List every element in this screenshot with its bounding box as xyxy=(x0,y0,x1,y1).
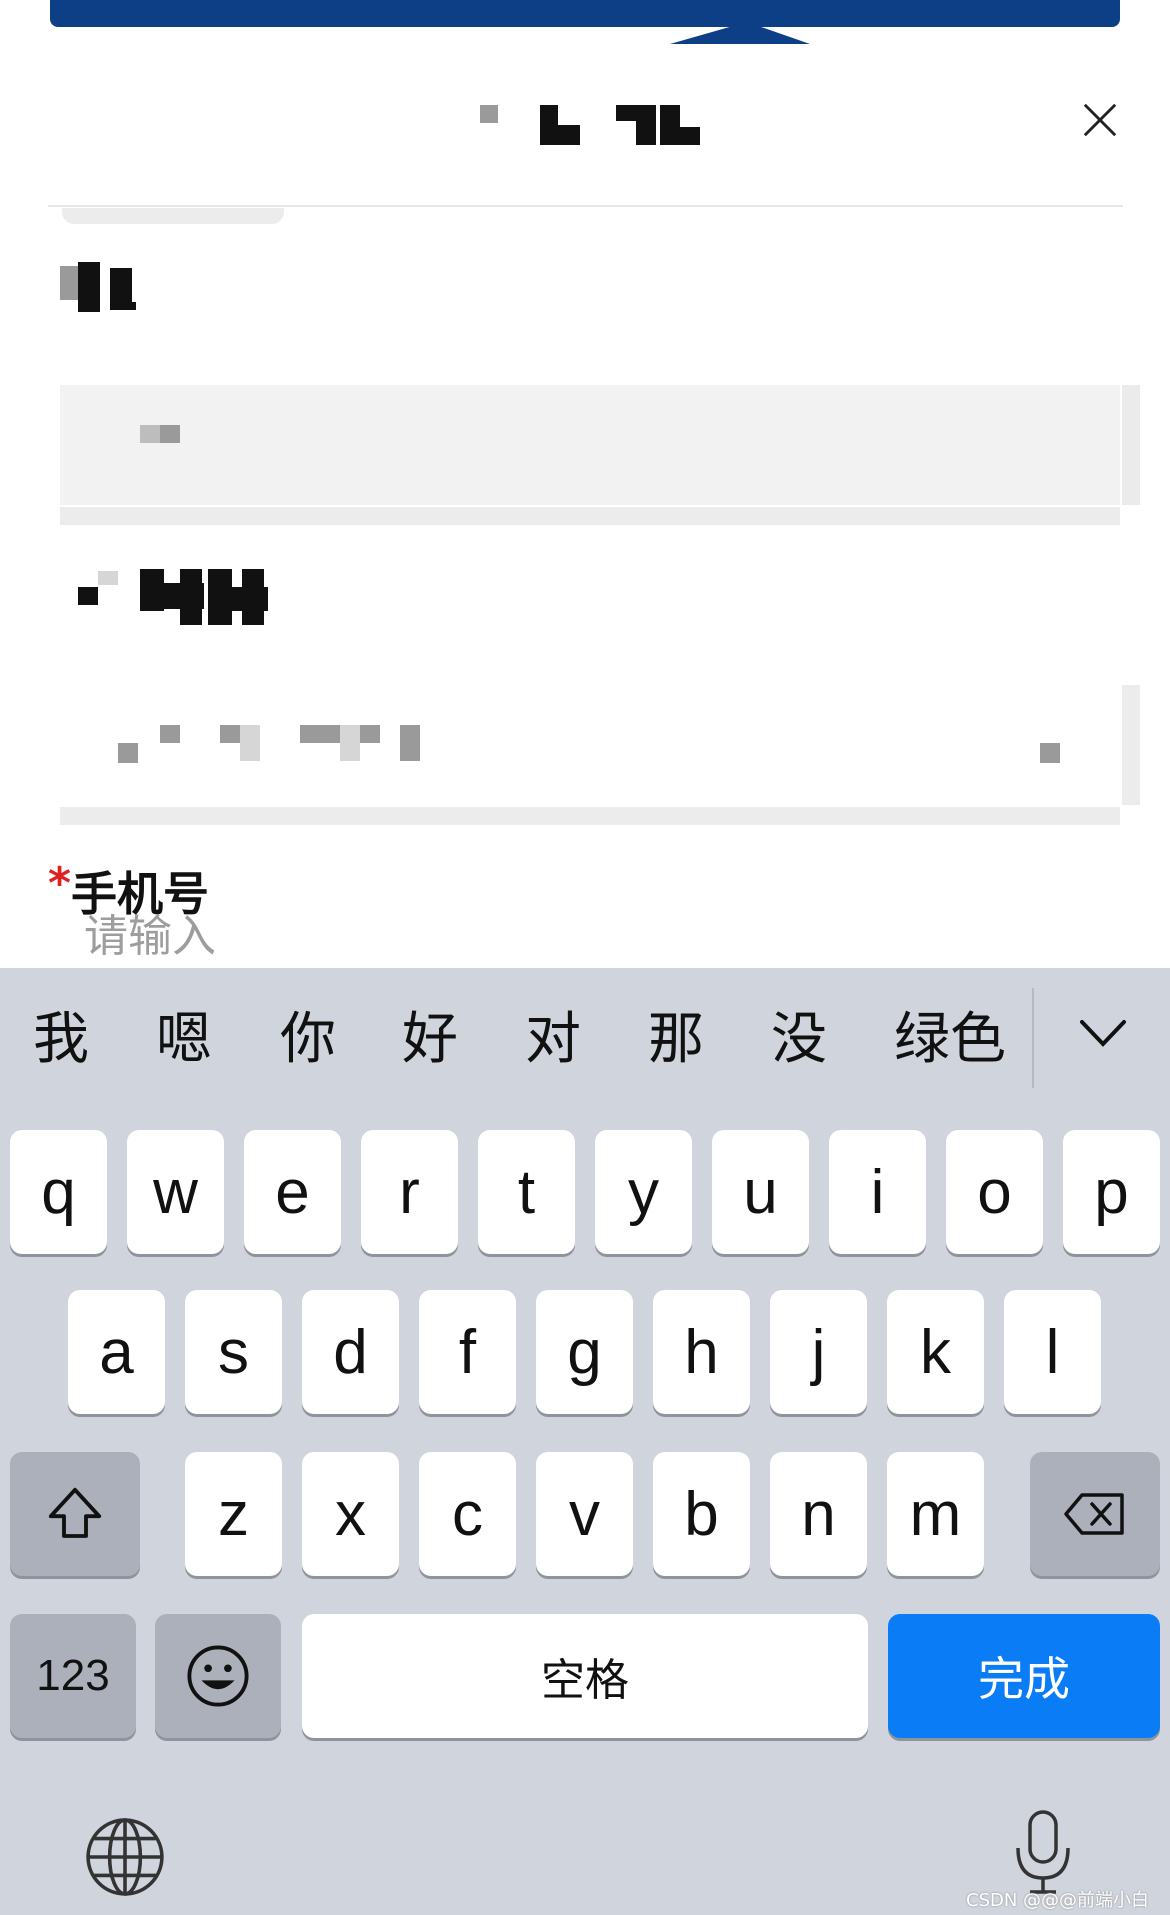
key-v[interactable]: v xyxy=(536,1452,633,1576)
key-h[interactable]: h xyxy=(653,1290,750,1414)
key-s[interactable]: s xyxy=(185,1290,282,1414)
key-x[interactable]: x xyxy=(302,1452,399,1576)
key-o[interactable]: o xyxy=(946,1130,1043,1254)
key-b[interactable]: b xyxy=(653,1452,750,1576)
dialog-title-obscured xyxy=(480,105,720,155)
emoji-key[interactable] xyxy=(155,1614,281,1738)
close-button[interactable] xyxy=(1070,90,1130,150)
key-p[interactable]: p xyxy=(1063,1130,1160,1254)
space-key[interactable]: 空格 xyxy=(302,1614,868,1738)
key-m[interactable]: m xyxy=(887,1452,984,1576)
watermark: CSDN @@@前端小白 xyxy=(966,1890,1150,1911)
dialog-header xyxy=(0,60,1170,210)
key-q[interactable]: q xyxy=(10,1130,107,1254)
shift-key[interactable] xyxy=(10,1452,140,1576)
key-t[interactable]: t xyxy=(478,1130,575,1254)
key-l[interactable]: l xyxy=(1004,1290,1101,1414)
field2-input[interactable] xyxy=(60,685,1140,825)
candidate-word[interactable]: 嗯 xyxy=(156,1012,212,1068)
top-header-strip xyxy=(50,0,1120,27)
key-g[interactable]: g xyxy=(536,1290,633,1414)
field1-input[interactable] xyxy=(60,385,1140,525)
field2-label-obscured xyxy=(78,563,288,625)
delete-key[interactable] xyxy=(1030,1452,1160,1576)
candidate-collapse-button[interactable] xyxy=(1068,998,1138,1068)
key-k[interactable]: k xyxy=(887,1290,984,1414)
globe-icon[interactable] xyxy=(84,1816,166,1898)
key-c[interactable]: c xyxy=(419,1452,516,1576)
candidate-word[interactable]: 我 xyxy=(33,1012,89,1068)
header-shadow xyxy=(62,208,284,224)
header-divider xyxy=(48,205,1123,207)
candidate-bar: 我 嗯 你 好 对 那 没 绿色 xyxy=(0,968,1170,1088)
required-mark: * xyxy=(48,858,72,909)
numbers-key[interactable]: 123 xyxy=(10,1614,136,1738)
candidate-separator xyxy=(1032,988,1034,1088)
candidate-word[interactable]: 绿色 xyxy=(894,1012,1006,1068)
emoji-icon xyxy=(187,1645,249,1707)
phone-input[interactable] xyxy=(84,908,1084,964)
done-key[interactable]: 完成 xyxy=(888,1614,1160,1738)
key-a[interactable]: a xyxy=(68,1290,165,1414)
key-d[interactable]: d xyxy=(302,1290,399,1414)
candidate-word[interactable]: 没 xyxy=(771,1012,827,1068)
key-i[interactable]: i xyxy=(829,1130,926,1254)
key-n[interactable]: n xyxy=(770,1452,867,1576)
candidate-word[interactable]: 那 xyxy=(648,1012,704,1068)
key-j[interactable]: j xyxy=(770,1290,867,1414)
candidate-word[interactable]: 对 xyxy=(525,1012,581,1068)
shift-icon xyxy=(48,1487,102,1538)
microphone-icon[interactable] xyxy=(1008,1808,1078,1898)
key-y[interactable]: y xyxy=(595,1130,692,1254)
ios-keyboard: 我 嗯 你 好 对 那 没 绿色 q w e r t y u i o p a s… xyxy=(0,968,1170,1915)
key-u[interactable]: u xyxy=(712,1130,809,1254)
candidate-word[interactable]: 你 xyxy=(280,1012,336,1068)
field1-label-obscured xyxy=(60,262,150,312)
backspace-icon xyxy=(1064,1493,1124,1535)
chevron-down-icon xyxy=(1080,1020,1126,1047)
key-e[interactable]: e xyxy=(244,1130,341,1254)
key-z[interactable]: z xyxy=(185,1452,282,1576)
key-w[interactable]: w xyxy=(127,1130,224,1254)
close-icon xyxy=(1083,103,1117,137)
key-r[interactable]: r xyxy=(361,1130,458,1254)
candidate-word[interactable]: 好 xyxy=(402,1012,458,1068)
key-f[interactable]: f xyxy=(419,1290,516,1414)
